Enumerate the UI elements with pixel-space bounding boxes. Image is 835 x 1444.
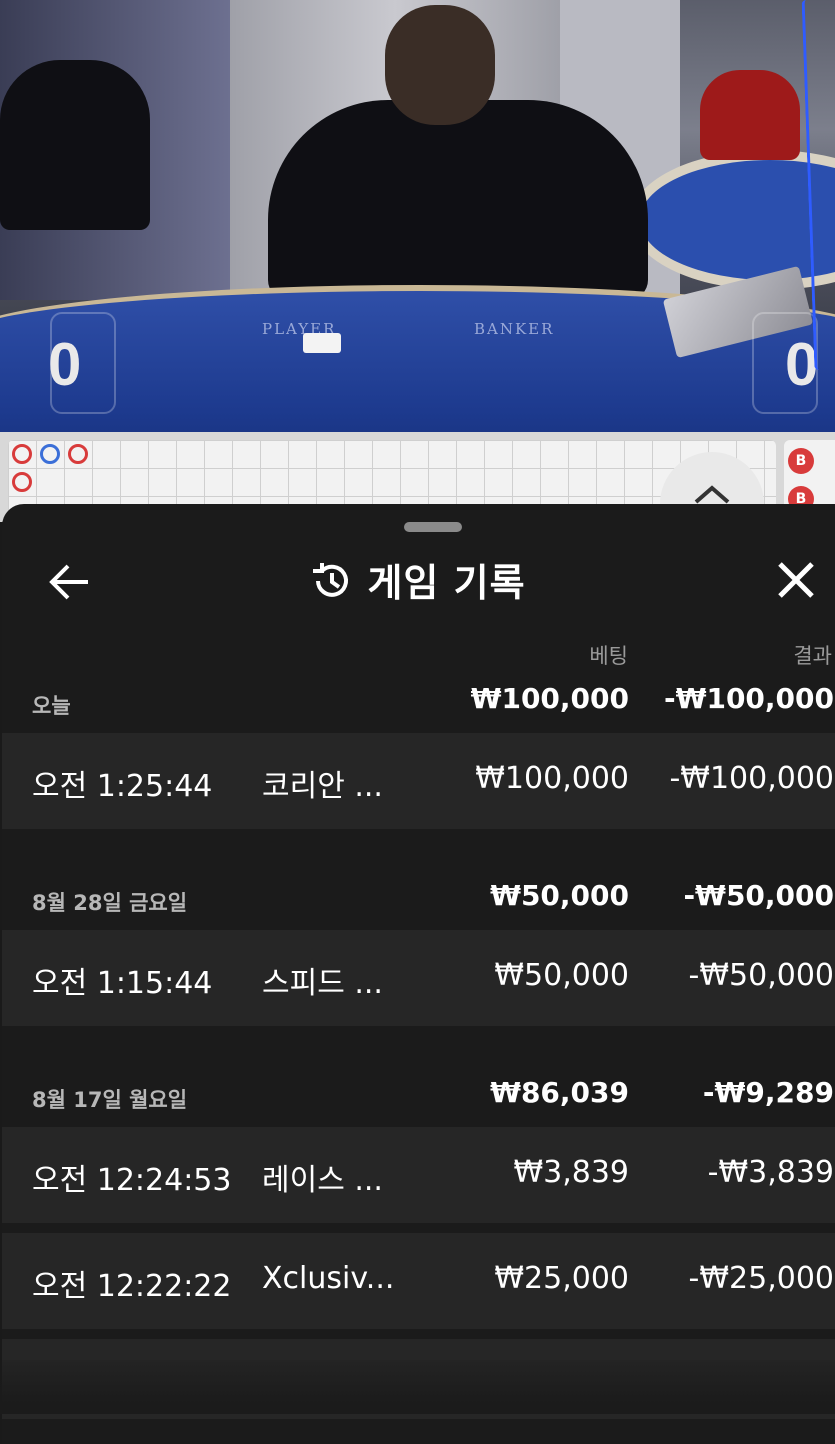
history-row[interactable]: 오전 1:25:44 코리안 ... ₩100,000 -₩100,000 xyxy=(2,733,835,829)
close-button[interactable] xyxy=(776,560,816,600)
row-game: 스피드 ... xyxy=(262,966,383,1001)
history-row[interactable]: 오전 12:24:53 레이스 ... ₩3,839 -₩3,839 xyxy=(2,1127,835,1223)
row-time: 오전 1:15:44 xyxy=(32,966,213,1001)
road-ring-red xyxy=(12,472,32,492)
group-date-label: 오늘 xyxy=(32,694,71,718)
row-bet: ₩3,839 xyxy=(513,1155,629,1190)
sheet-title-text: 게임 기록 xyxy=(367,561,526,605)
live-video-feed: PLAYER BANKER 0 0 xyxy=(0,0,835,432)
close-icon xyxy=(778,562,814,598)
row-result: -₩25,000 xyxy=(688,1261,834,1296)
history-icon xyxy=(309,559,353,612)
row-result: -₩100,000 xyxy=(669,761,834,796)
group-result-total: -₩9,289 xyxy=(702,1076,834,1109)
dealer-head xyxy=(385,5,495,125)
row-bet: ₩50,000 xyxy=(494,958,629,993)
row-time: 오전 12:24:53 xyxy=(32,1163,232,1198)
group-bet-total: ₩50,000 xyxy=(490,879,629,912)
row-game: 코리안 ... xyxy=(262,769,383,804)
road-ring-red xyxy=(68,444,88,464)
row-bet: ₩25,000 xyxy=(494,1261,629,1296)
scroll-fade xyxy=(0,1360,835,1414)
row-result: -₩50,000 xyxy=(688,958,834,993)
history-row[interactable]: 오전 1:15:44 스피드 ... ₩50,000 -₩50,000 xyxy=(2,930,835,1026)
dealer-left xyxy=(0,60,150,230)
playing-card xyxy=(303,333,341,353)
banker-bead: B xyxy=(788,448,814,474)
dealer-right xyxy=(700,70,800,160)
group-date-label: 8월 17일 월요일 xyxy=(32,1088,188,1112)
sheet-title: 게임 기록 xyxy=(0,552,835,612)
group-result-total: -₩50,000 xyxy=(683,879,834,912)
group-bet-total: ₩86,039 xyxy=(490,1076,629,1109)
group-bet-total: ₩100,000 xyxy=(470,682,629,715)
row-time: 오전 12:22:22 xyxy=(32,1269,232,1304)
sheet-drag-handle[interactable] xyxy=(404,522,462,532)
row-game: 레이스 ... xyxy=(262,1163,383,1198)
row-game: Xclusiv... xyxy=(262,1261,395,1296)
player-score: 0 xyxy=(48,331,82,398)
road-ring-blue xyxy=(40,444,60,464)
felt-banker-label: BANKER xyxy=(474,320,555,338)
road-ring-red xyxy=(12,444,32,464)
dealer-center xyxy=(268,100,648,300)
row-result: -₩3,839 xyxy=(707,1155,834,1190)
group-result-total: -₩100,000 xyxy=(663,682,834,715)
chevron-up-icon xyxy=(694,485,730,504)
group-date-label: 8월 28일 금요일 xyxy=(32,891,188,915)
row-time: 오전 1:25:44 xyxy=(32,769,213,804)
row-bet: ₩100,000 xyxy=(475,761,629,796)
history-row[interactable]: 오전 12:22:22 Xclusiv... ₩25,000 -₩25,000 xyxy=(2,1233,835,1329)
